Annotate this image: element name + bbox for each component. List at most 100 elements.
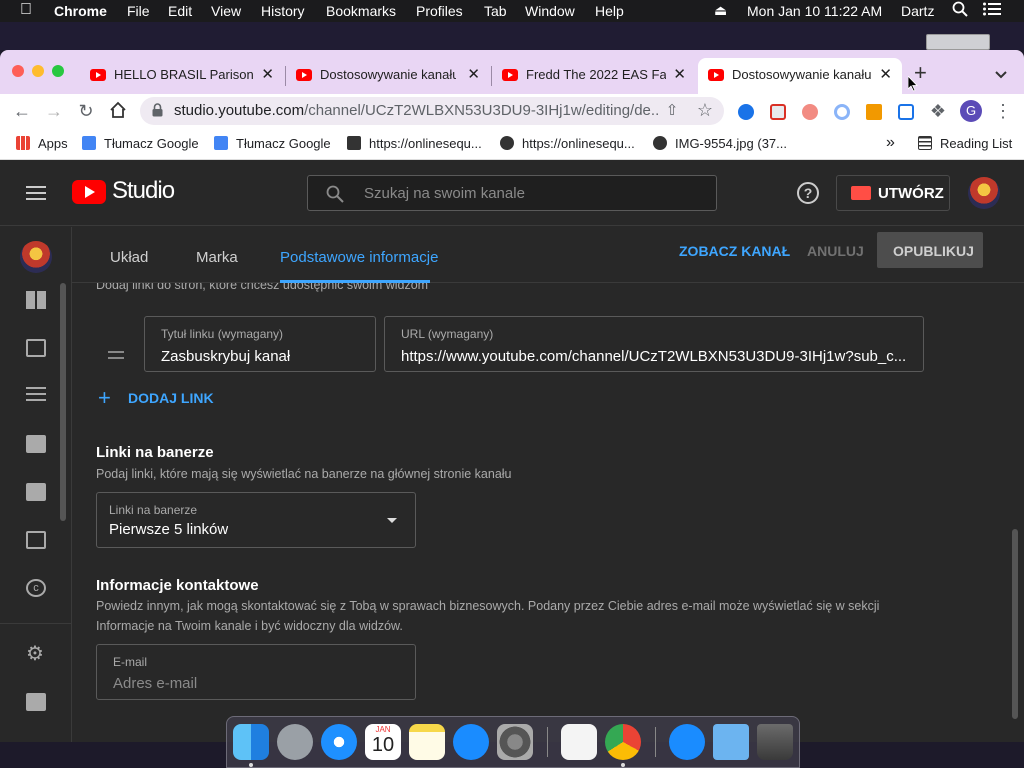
system-preferences-icon[interactable] xyxy=(497,724,533,760)
launchpad-icon[interactable] xyxy=(277,724,313,760)
dashboard-icon[interactable] xyxy=(26,291,46,309)
control-center-icon[interactable] xyxy=(983,2,1001,19)
banner-links-select[interactable]: Linki na banerze Pierwsze 5 linków xyxy=(96,492,416,548)
zoom-window-button[interactable] xyxy=(52,65,64,77)
clock[interactable]: Mon Jan 10 11:22 AM xyxy=(747,3,882,19)
bookmark-tlumacz-google-2[interactable]: Tłumacz Google xyxy=(214,136,331,151)
minimize-window-button[interactable] xyxy=(32,65,44,77)
close-tab-icon[interactable]: ✕ xyxy=(673,65,686,83)
nav-channel-avatar[interactable] xyxy=(20,241,52,273)
bookmark-star-icon[interactable]: ☆ xyxy=(695,100,715,120)
bookmark-img-9554[interactable]: IMG-9554.jpg (37... xyxy=(653,136,787,151)
help-icon[interactable]: ? xyxy=(797,182,819,204)
nav-scrollbar[interactable] xyxy=(60,283,66,521)
search-icon xyxy=(326,185,344,207)
drag-handle-icon[interactable] xyxy=(108,346,124,364)
cancel-button[interactable]: ANULUJ xyxy=(807,243,864,259)
bookmark-onlinesequ-1[interactable]: https://onlinesequ... xyxy=(347,136,482,151)
tab-hello-brasil[interactable]: HELLO BRASIL Parison - ✕ xyxy=(80,58,284,94)
menu-history[interactable]: History xyxy=(261,3,305,19)
chrome-icon[interactable] xyxy=(605,724,641,760)
tab-branding[interactable]: Marka xyxy=(196,249,238,266)
bookmark-onlinesequ-2[interactable]: https://onlinesequ... xyxy=(500,136,635,151)
eject-icon[interactable]: ⏏ xyxy=(714,2,727,19)
tab-dostosowywanie-1[interactable]: Dostosowywanie kanału ✕ xyxy=(286,58,490,94)
close-tab-icon[interactable]: ✕ xyxy=(467,65,480,83)
extension-vlc-icon[interactable] xyxy=(866,104,882,120)
menu-file[interactable]: File xyxy=(127,3,150,19)
spotlight-icon[interactable] xyxy=(952,1,968,20)
menu-help[interactable]: Help xyxy=(595,3,624,19)
analytics-icon[interactable] xyxy=(26,435,46,453)
menu-profiles[interactable]: Profiles xyxy=(416,3,463,19)
hamburger-menu-icon[interactable] xyxy=(26,185,46,206)
feedback-icon[interactable] xyxy=(26,693,46,711)
main-scrollbar[interactable] xyxy=(1012,529,1018,719)
subtitles-icon[interactable] xyxy=(26,531,46,549)
tab-fredd[interactable]: Fredd The 2022 EAS Fan ✕ xyxy=(492,58,696,94)
back-icon[interactable]: ← xyxy=(12,101,32,121)
globe-icon xyxy=(653,136,667,150)
settings-gear-icon[interactable]: ⚙ xyxy=(26,644,46,664)
address-bar[interactable]: studio.youtube.com/channel/UCzT2WLBXN53U… xyxy=(140,97,724,125)
tab-basic-info[interactable]: Podstawowe informacje xyxy=(280,249,438,266)
create-button[interactable]: UTWÓRZ xyxy=(836,175,950,211)
drive-icon[interactable] xyxy=(926,34,990,50)
home-icon[interactable] xyxy=(108,101,128,121)
extension-camera-icon[interactable] xyxy=(898,104,914,120)
textedit-icon[interactable] xyxy=(561,724,597,760)
nav-divider xyxy=(0,623,71,624)
email-field[interactable]: E-mail Adres e-mail xyxy=(96,644,416,700)
folder-icon[interactable] xyxy=(713,724,749,760)
user-name[interactable]: Dartz xyxy=(901,3,934,19)
downloads-app-store-icon[interactable] xyxy=(669,724,705,760)
more-menu-icon[interactable]: ⋮ xyxy=(993,101,1013,121)
tab-dostosowywanie-active[interactable]: Dostosowywanie kanału ✕ xyxy=(698,58,902,94)
add-link-button[interactable]: + DODAJ LINK xyxy=(98,385,218,411)
extensions-puzzle-icon[interactable]: ❖ xyxy=(928,101,948,121)
publish-button[interactable]: OPUBLIKUJ xyxy=(877,232,983,268)
menu-window[interactable]: Window xyxy=(525,3,575,19)
bookmark-apps[interactable]: Apps xyxy=(16,136,68,151)
link-title-field[interactable]: Tytuł linku (wymagany) Zasbuskrybuj kana… xyxy=(144,316,376,372)
menu-view[interactable]: View xyxy=(211,3,241,19)
more-bookmarks-icon[interactable]: » xyxy=(886,134,895,152)
forward-icon[interactable]: → xyxy=(44,101,64,121)
trash-icon[interactable] xyxy=(757,724,793,760)
close-window-button[interactable] xyxy=(12,65,24,77)
channel-avatar[interactable] xyxy=(968,177,1000,209)
reading-list-button[interactable]: Reading List xyxy=(918,136,1012,151)
reload-icon[interactable]: ↻ xyxy=(76,101,96,121)
content-icon[interactable] xyxy=(26,339,46,357)
close-tab-icon[interactable]: ✕ xyxy=(879,65,892,83)
extension-screenshot-icon[interactable] xyxy=(770,104,786,120)
comments-icon[interactable] xyxy=(26,483,46,501)
menu-tab[interactable]: Tab xyxy=(484,3,507,19)
playlists-icon[interactable] xyxy=(26,387,46,405)
view-channel-button[interactable]: ZOBACZ KANAŁ xyxy=(679,243,790,259)
lock-icon[interactable] xyxy=(152,103,163,117)
notes-icon[interactable] xyxy=(409,724,445,760)
extension-globe-icon[interactable] xyxy=(738,104,754,120)
menu-edit[interactable]: Edit xyxy=(168,3,192,19)
share-icon[interactable]: ⇧ xyxy=(662,101,682,121)
site-favicon-icon xyxy=(347,136,361,150)
safari-icon[interactable] xyxy=(321,724,357,760)
finder-icon[interactable] xyxy=(233,724,269,760)
profile-avatar[interactable]: G xyxy=(960,100,982,122)
studio-logo[interactable]: Studio xyxy=(72,177,175,209)
menu-app-name[interactable]: Chrome xyxy=(54,3,107,19)
close-tab-icon[interactable]: ✕ xyxy=(261,65,274,83)
channel-search-input[interactable]: Szukaj na swoim kanale xyxy=(307,175,717,211)
extension-video-icon[interactable] xyxy=(802,104,818,120)
calendar-icon[interactable]: JAN 10 xyxy=(365,724,401,760)
tab-layout[interactable]: Układ xyxy=(110,249,148,266)
bookmark-tlumacz-google-1[interactable]: Tłumacz Google xyxy=(82,136,199,151)
apple-menu-icon[interactable]:  xyxy=(20,1,32,19)
link-url-field[interactable]: URL (wymagany) https://www.youtube.com/c… xyxy=(384,316,924,372)
tab-search-chevron-down-icon[interactable] xyxy=(995,66,1007,84)
extension-target-icon[interactable] xyxy=(834,104,850,120)
copyright-icon[interactable]: c xyxy=(26,579,46,597)
app-store-icon[interactable] xyxy=(453,724,489,760)
menu-bookmarks[interactable]: Bookmarks xyxy=(326,3,396,19)
